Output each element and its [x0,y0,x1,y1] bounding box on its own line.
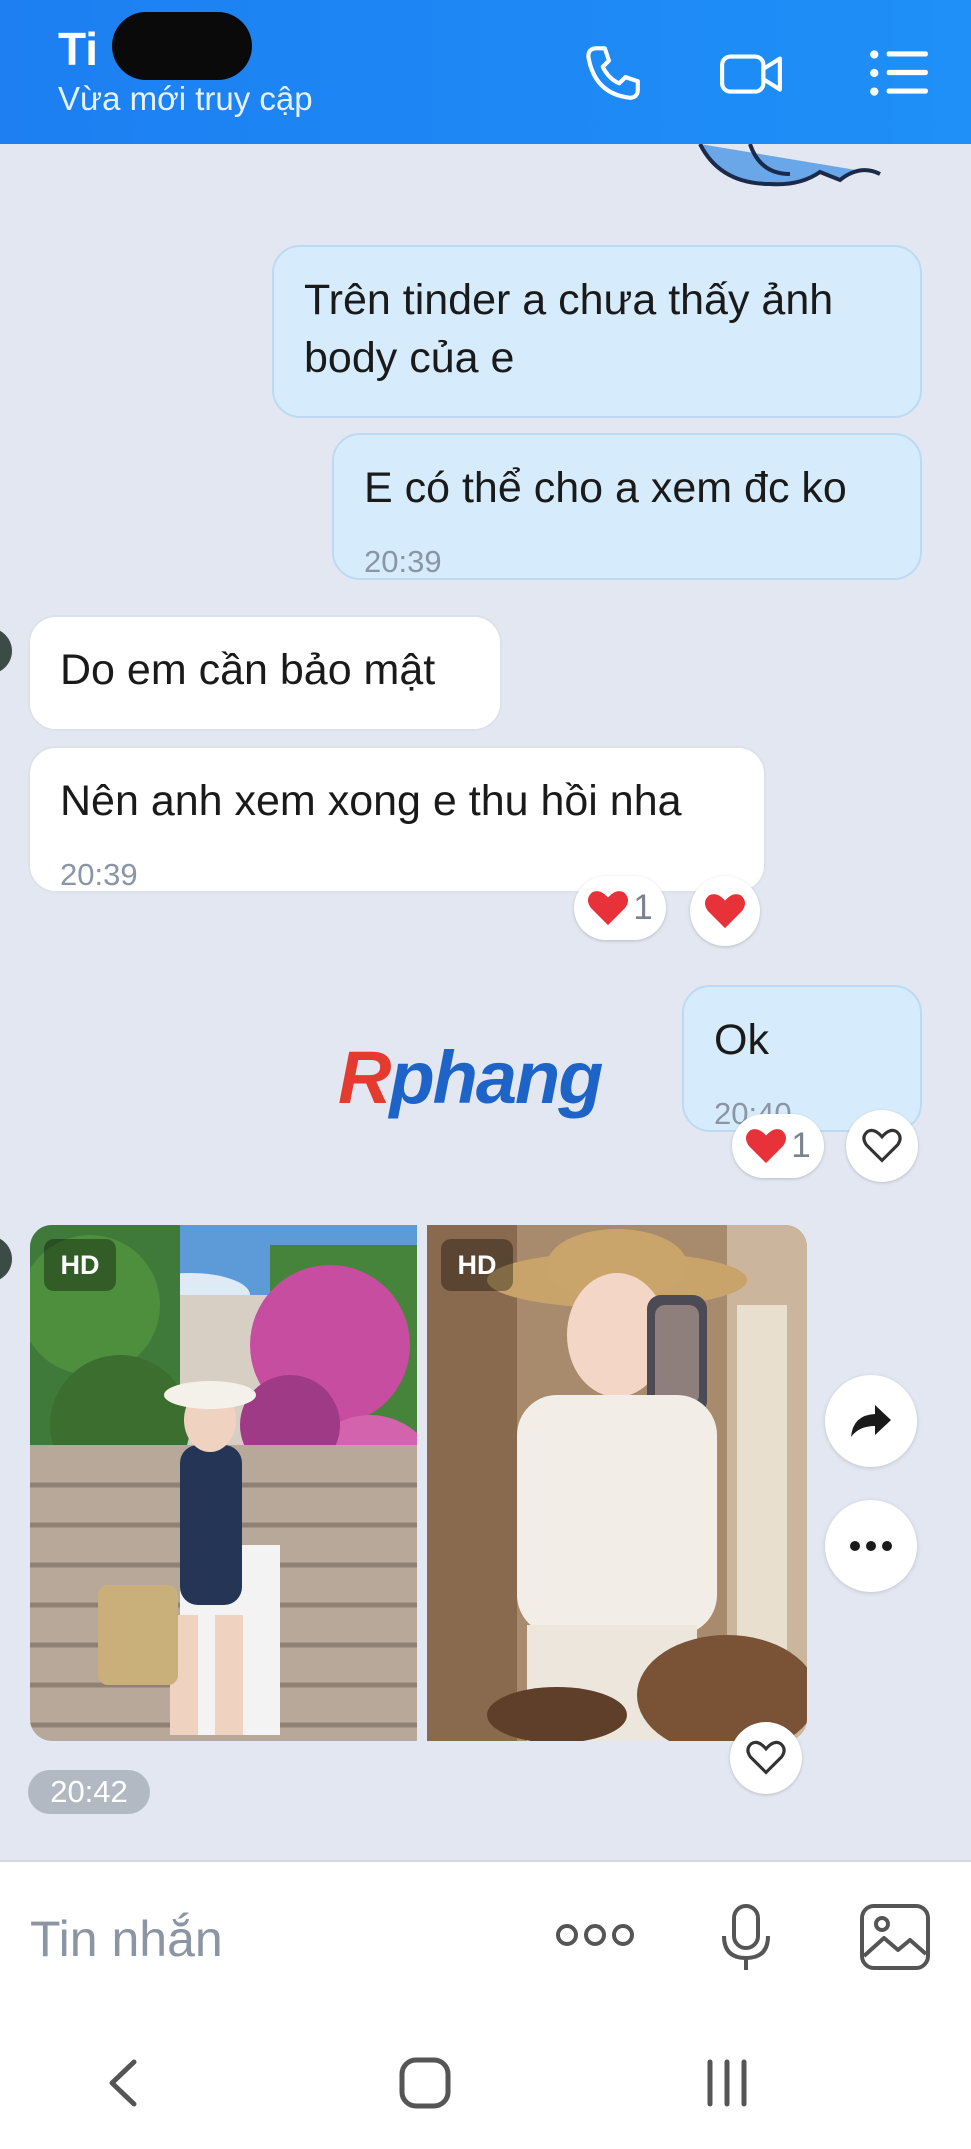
home-nav-icon[interactable] [398,2056,452,2110]
incoming-message[interactable]: Do em cần bảo mật [28,615,502,731]
recent-apps-nav-icon[interactable] [702,2058,752,2108]
incoming-message[interactable]: Nên anh xem xong e thu hồi nha 20:39 [28,746,766,893]
reaction-count: 1 [633,888,653,927]
message-text: Trên tinder a chưa thấy ảnh body của e [304,276,834,382]
heart-outline-icon [862,1128,902,1163]
react-heart-button[interactable] [690,876,760,946]
back-nav-icon[interactable] [104,2058,140,2108]
heart-icon [746,1129,787,1164]
sticker-fragment [690,143,900,194]
react-heart-button[interactable] [730,1722,802,1794]
image-picker-icon[interactable] [858,1902,932,1972]
hd-badge: HD [441,1239,513,1291]
microphone-icon[interactable] [718,1902,774,1974]
more-dots-icon [850,1541,892,1551]
heart-icon [704,894,746,929]
message-text: Do em cần bảo mật [60,646,436,694]
video-call-icon[interactable] [718,40,784,106]
forward-icon [851,1405,891,1437]
message-time: 20:39 [60,857,138,892]
reaction-count: 1 [791,1126,811,1165]
more-options-icon[interactable] [555,1920,635,1950]
hd-badge: HD [44,1239,116,1291]
message-text: Nên anh xem xong e thu hồi nha [60,777,682,825]
message-input[interactable]: Tin nhắn [30,1910,223,1968]
message-text: Ok [714,1016,769,1064]
redaction-mark [112,12,252,80]
forward-button[interactable] [825,1375,917,1467]
phone-icon[interactable] [578,40,644,106]
react-heart-button[interactable] [846,1110,918,1182]
photo-2[interactable]: HD [427,1225,807,1741]
outgoing-message[interactable]: E có thể cho a xem đc ko 20:39 [332,433,922,580]
message-input-bar: Tin nhắn [0,1860,971,2012]
photo-time: 20:42 [28,1770,150,1814]
photo-1[interactable]: HD [30,1225,417,1741]
outgoing-message[interactable]: Trên tinder a chưa thấy ảnh body của e [272,245,922,418]
contact-avatar[interactable] [0,1236,12,1282]
message-time: 20:39 [364,544,442,579]
contact-avatar[interactable] [0,628,12,674]
message-text: E có thể cho a xem đc ko [364,464,847,512]
heart-icon [588,891,629,926]
system-navigation-bar [0,2010,971,2149]
reaction-count-badge[interactable]: 1 [732,1114,824,1178]
menu-icon[interactable] [866,40,932,106]
heart-outline-icon [746,1740,786,1775]
watermark-logo: Rphang [338,1036,603,1119]
reaction-count-badge[interactable]: 1 [574,876,666,940]
chat-header: Ti Vừa mới truy cập [0,0,971,144]
more-options-button[interactable] [825,1500,917,1592]
contact-name[interactable]: Ti [58,22,98,76]
contact-status: Vừa mới truy cập [58,80,313,117]
